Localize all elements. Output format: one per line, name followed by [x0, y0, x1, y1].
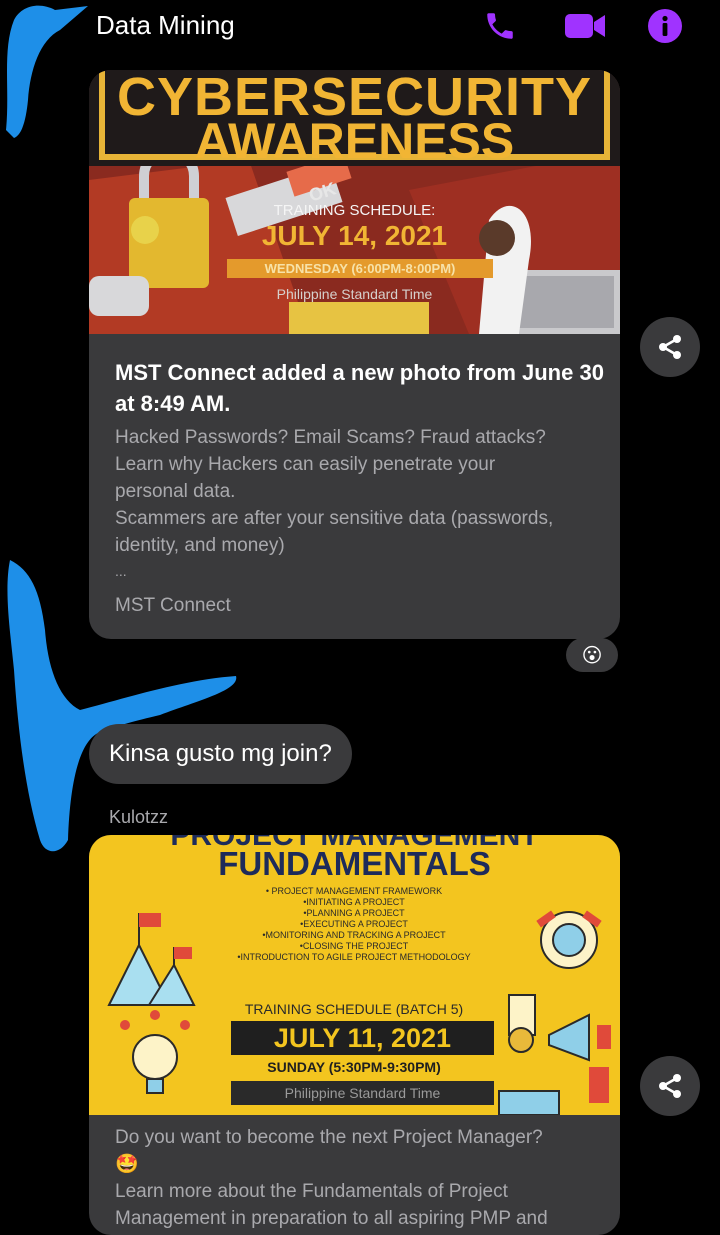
message-bubble[interactable]: Kinsa gusto mg join? — [89, 724, 352, 784]
cybersecurity-poster-image[interactable]: CYBERSECURITY AWARENESS OK TRAINING SCHE… — [89, 70, 620, 334]
message-text: Kinsa gusto mg join? — [109, 740, 332, 767]
poster2-headline-2: FUNDAMENTALS — [218, 845, 491, 882]
poster2-bullets: • PROJECT MANAGEMENT FRAMEWORK •INITIATI… — [237, 886, 471, 962]
chat-title[interactable]: Data Mining — [96, 10, 235, 41]
poster-schedule-label: TRAINING SCHEDULE: — [273, 202, 436, 219]
reaction-badge[interactable]: 😮 — [566, 638, 618, 672]
redaction-scribble-top — [6, 5, 88, 139]
video-call-button[interactable] — [564, 8, 606, 44]
post-source: MST Connect — [115, 595, 231, 616]
poster-time: WEDNESDAY (6:00PM-8:00PM) — [227, 259, 493, 278]
video-camera-icon — [565, 14, 605, 38]
poster-timezone: Philippine Standard Time — [276, 286, 433, 302]
surprised-emoji-icon: 😮 — [581, 644, 603, 667]
share-button-2[interactable] — [640, 1056, 700, 1116]
poster2-timezone: Philippine Standard Time — [231, 1081, 494, 1105]
share-icon — [659, 335, 681, 359]
post-description: Hacked Passwords? Email Scams? Fraud att… — [115, 427, 554, 579]
poster-headline-2: AWARENESS — [194, 113, 515, 169]
sender-name: Kulotzz — [109, 807, 169, 827]
poster2-time: SUNDAY (5:30PM-9:30PM) — [267, 1059, 441, 1075]
shared-post-card[interactable]: CYBERSECURITY AWARENESS OK TRAINING SCHE… — [89, 70, 620, 639]
poster2-schedule-label: TRAINING SCHEDULE (BATCH 5) — [244, 1001, 464, 1017]
poster-date: JULY 14, 2021 — [261, 220, 448, 251]
voice-call-button[interactable] — [482, 8, 518, 44]
share-button[interactable] — [640, 317, 700, 377]
poster2-date: JULY 11, 2021 — [231, 1021, 494, 1055]
phone-icon — [487, 13, 513, 39]
post2-description: Do you want to become the next Project M… — [115, 1127, 548, 1229]
post-title: MST Connect added a new photo from June … — [115, 360, 604, 416]
shared-post-card-2[interactable]: PROJECT MANAGEMENT FUNDAMENTALS • PROJEC… — [89, 835, 620, 1235]
info-icon — [648, 9, 682, 43]
project-management-poster-image[interactable]: PROJECT MANAGEMENT FUNDAMENTALS • PROJEC… — [89, 835, 620, 1115]
info-button[interactable] — [647, 8, 683, 44]
share-icon — [659, 1074, 681, 1098]
